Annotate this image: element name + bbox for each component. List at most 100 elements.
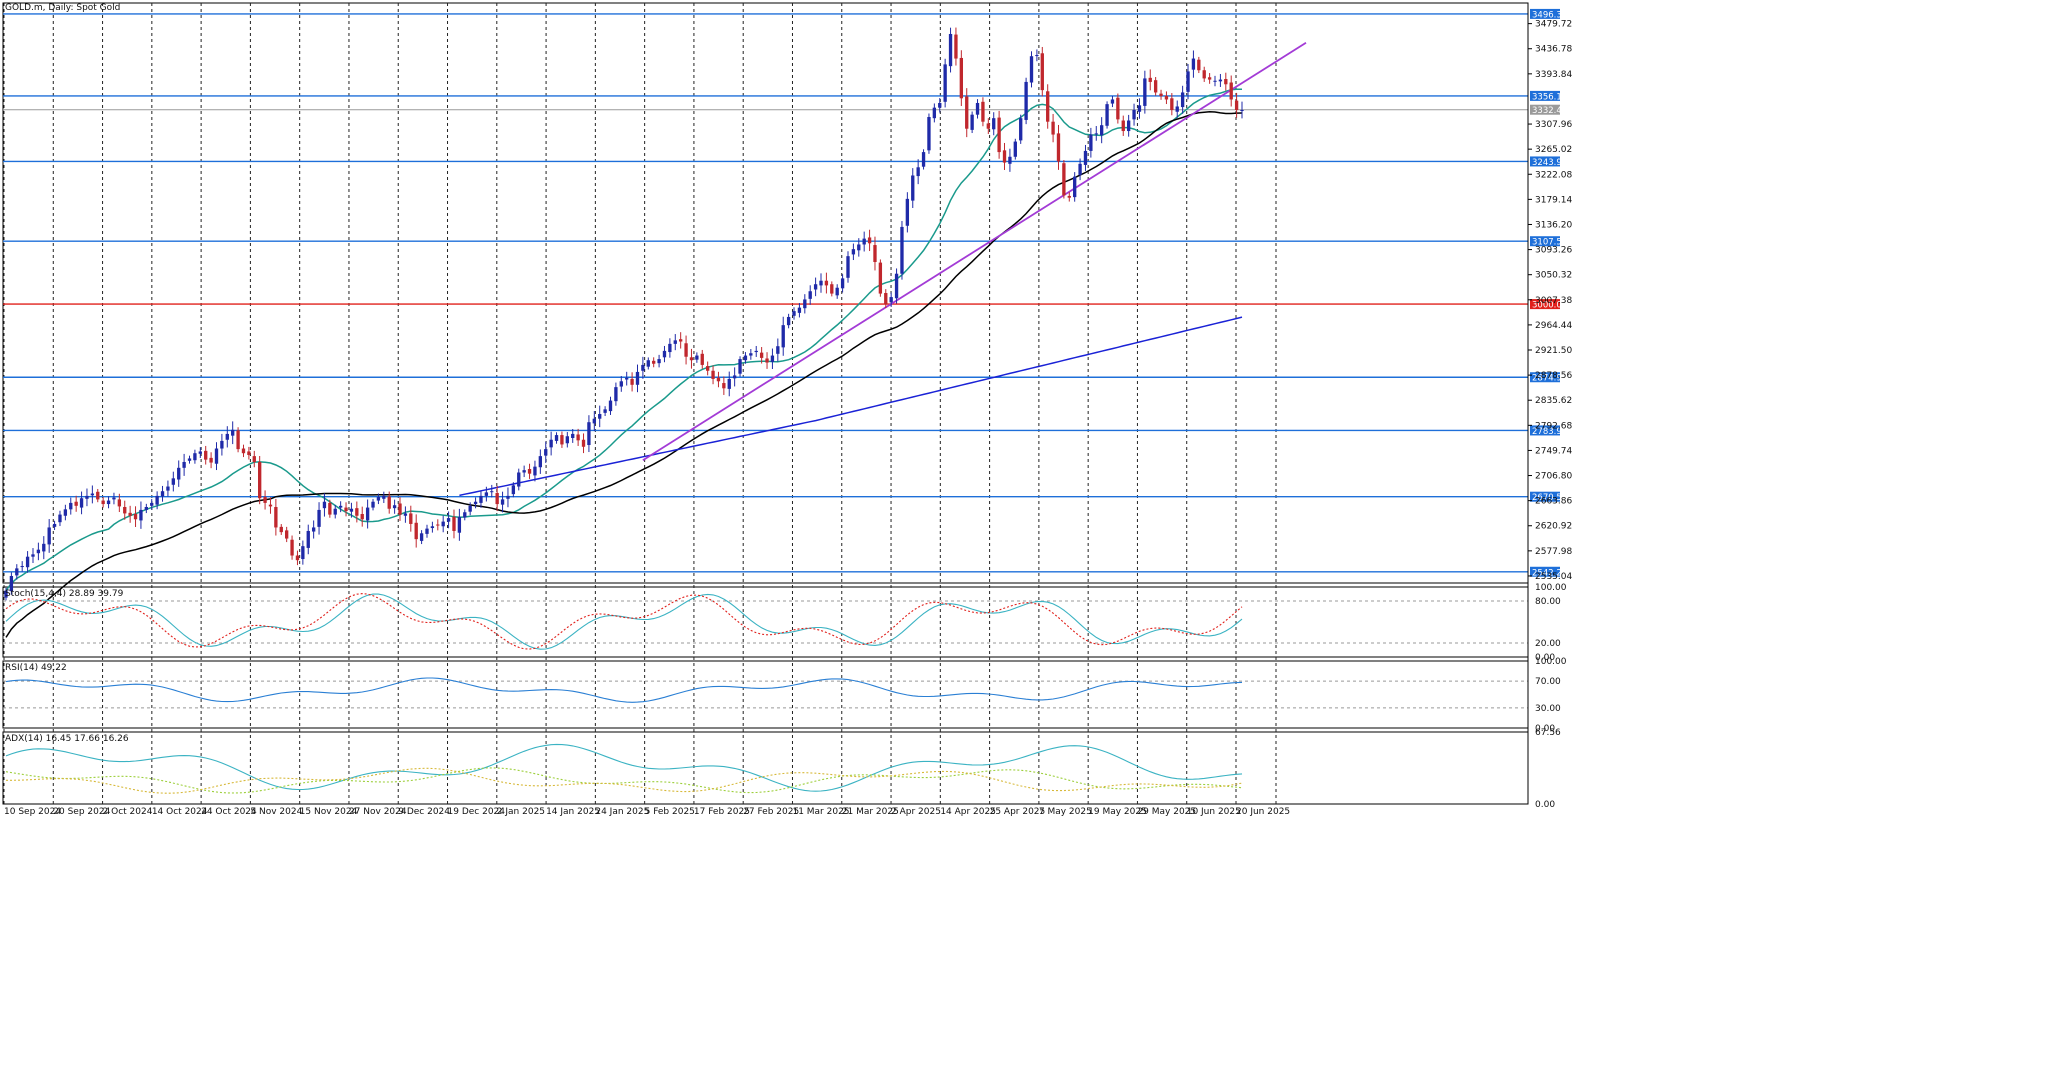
x-tick-label: 5 Feb 2025 xyxy=(645,807,695,817)
candlestick xyxy=(1029,51,1034,88)
candle-body xyxy=(1105,104,1109,126)
candle-body xyxy=(301,546,305,560)
x-tick-label: 14 Jan 2025 xyxy=(546,807,600,817)
x-tick-label: 7 May 2025 xyxy=(1039,807,1092,817)
candle-body xyxy=(463,512,467,518)
candle-body xyxy=(635,371,640,385)
candle-body xyxy=(1089,134,1093,151)
candle-body xyxy=(857,244,861,251)
candle-body xyxy=(225,433,229,440)
candle-body xyxy=(1078,163,1082,175)
price-tick-label: 2921.50 xyxy=(1535,346,1572,356)
candle-body xyxy=(765,358,769,363)
candle-body xyxy=(317,509,321,527)
candle-body xyxy=(193,453,197,461)
candle-body xyxy=(533,466,537,476)
price-tick-label: 2663.86 xyxy=(1535,497,1572,507)
candle-body xyxy=(1110,99,1115,104)
candle-body xyxy=(608,400,613,412)
price-tick-label: 2620.92 xyxy=(1535,522,1572,532)
candle-body xyxy=(625,377,629,380)
level-price-label: 3243.99 xyxy=(1532,158,1567,168)
candle-body xyxy=(252,456,256,462)
candle-body xyxy=(85,495,89,499)
candle-body xyxy=(803,299,807,309)
candle-body xyxy=(630,378,634,385)
candle-body xyxy=(846,256,850,278)
main-chart-frame xyxy=(2,2,1529,584)
indicator-tick-label: 100.00 xyxy=(1535,657,1567,667)
candle-body xyxy=(360,514,364,520)
candle-body xyxy=(965,96,969,129)
x-tick-label: 2 Jan 2025 xyxy=(497,807,545,817)
x-tick-label: 10 Jun 2025 xyxy=(1187,807,1241,817)
candle-body xyxy=(1062,163,1066,196)
candle-body xyxy=(668,343,672,353)
candle-body xyxy=(268,504,273,507)
price-tick-label: 3050.32 xyxy=(1535,271,1572,281)
price-tick-label: 2706.80 xyxy=(1535,472,1572,482)
price-tick-label: 2964.44 xyxy=(1535,321,1572,331)
candle-body xyxy=(284,530,289,539)
candle-body xyxy=(220,440,224,449)
candlestick xyxy=(1105,101,1109,129)
candle-body xyxy=(1207,77,1212,80)
candle-body xyxy=(711,370,715,379)
candle-body xyxy=(155,495,159,505)
candle-body xyxy=(992,118,996,130)
candle-body xyxy=(1143,78,1147,106)
candlestick xyxy=(900,220,904,280)
candlestick xyxy=(927,113,931,154)
candle-body xyxy=(673,340,677,344)
price-tick-label: 3179.14 xyxy=(1535,195,1572,205)
candle-body xyxy=(1094,133,1098,135)
candle-body xyxy=(873,245,877,263)
candle-body xyxy=(1126,120,1131,132)
candlestick xyxy=(738,356,742,377)
candle-body xyxy=(74,501,78,506)
price-tick-label: 2577.98 xyxy=(1535,547,1572,557)
candlestick xyxy=(236,427,240,453)
candle-body xyxy=(182,461,186,468)
candle-body xyxy=(549,439,553,448)
indicator-label: ADX(14) 16.45 17.66 16.26 xyxy=(5,734,129,744)
candle-body xyxy=(749,353,753,356)
candle-body xyxy=(938,102,942,108)
candle-body xyxy=(1180,92,1185,108)
candle-body xyxy=(581,439,586,447)
chart-svg[interactable]: 3496.333356.103332.493243.993107.573000.… xyxy=(0,0,2056,1073)
candle-body xyxy=(889,297,893,303)
candle-body xyxy=(1164,95,1169,100)
candle-body xyxy=(387,496,391,509)
candlestick xyxy=(1062,160,1066,199)
candle-body xyxy=(69,502,73,510)
candle-body xyxy=(959,57,964,99)
candle-body xyxy=(1002,150,1007,163)
candle-body xyxy=(79,498,84,508)
x-tick-label: 14 Apr 2025 xyxy=(940,807,996,817)
candlestick xyxy=(1013,138,1017,160)
candle-body xyxy=(727,378,731,389)
indicator-tick-label: 0.00 xyxy=(1535,800,1555,810)
candle-body xyxy=(187,458,192,461)
price-tick-label: 2535.04 xyxy=(1535,572,1572,582)
candle-body xyxy=(479,495,483,503)
candle-body xyxy=(1137,105,1142,112)
candlestick xyxy=(1024,77,1028,125)
candle-body xyxy=(128,512,132,516)
level-price-label: 3332.49 xyxy=(1532,106,1567,116)
indicator-tick-label: 100.00 xyxy=(1535,583,1567,593)
candle-body xyxy=(139,509,143,521)
candle-body xyxy=(646,360,650,367)
candle-body xyxy=(279,526,283,533)
candle-body xyxy=(409,513,413,524)
candle-body xyxy=(425,528,429,534)
indicator-frame-1 xyxy=(2,586,1529,658)
candle-body xyxy=(781,325,785,348)
candle-body xyxy=(835,287,839,296)
candle-body xyxy=(90,493,95,496)
candle-body xyxy=(328,502,332,515)
candle-body xyxy=(1218,79,1223,82)
candle-body xyxy=(1100,125,1104,136)
candle-body xyxy=(506,495,510,499)
